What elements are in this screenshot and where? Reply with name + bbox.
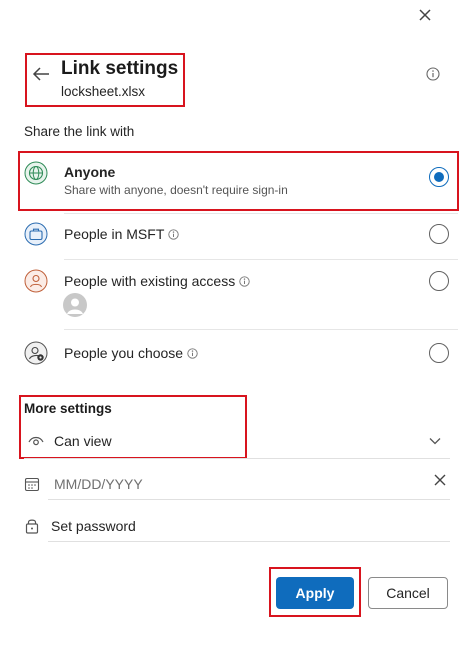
option-people-in-org-title: People in MSFT xyxy=(64,226,165,242)
avatar xyxy=(63,293,87,317)
permission-value: Can view xyxy=(54,433,112,449)
eye-icon xyxy=(28,436,44,446)
highlight-box-anyone xyxy=(18,151,459,211)
person-settings-icon xyxy=(24,341,48,365)
radio-people-you-choose[interactable] xyxy=(429,343,449,363)
date-placeholder: MM/DD/YYYY xyxy=(54,476,143,492)
radio-existing-access[interactable] xyxy=(429,271,449,291)
calendar-icon xyxy=(24,477,40,492)
info-icon[interactable] xyxy=(426,67,440,81)
chevron-down-icon[interactable] xyxy=(428,436,442,446)
option-existing-access[interactable]: People with existing access xyxy=(0,262,474,326)
highlight-box-apply xyxy=(269,567,361,617)
cancel-button[interactable]: Cancel xyxy=(368,577,448,609)
divider xyxy=(64,213,458,214)
radio-people-in-org[interactable] xyxy=(429,224,449,244)
share-section-label: Share the link with xyxy=(24,124,135,139)
divider xyxy=(24,458,450,459)
clear-date-icon[interactable] xyxy=(433,473,447,487)
password-placeholder: Set password xyxy=(51,518,136,534)
date-underline xyxy=(48,499,450,500)
option-people-in-org[interactable]: People in MSFT xyxy=(0,215,474,257)
close-icon[interactable] xyxy=(416,6,434,24)
person-icon xyxy=(24,269,48,293)
info-icon[interactable] xyxy=(187,348,198,359)
option-people-you-choose[interactable]: People you choose xyxy=(0,332,474,376)
info-icon[interactable] xyxy=(239,276,250,287)
divider xyxy=(64,329,458,330)
briefcase-icon xyxy=(24,222,48,246)
option-people-you-choose-title: People you choose xyxy=(64,345,184,361)
divider xyxy=(64,259,458,260)
info-icon[interactable] xyxy=(168,229,180,240)
highlight-box-title xyxy=(25,53,185,107)
password-underline xyxy=(48,541,450,542)
option-existing-access-title: People with existing access xyxy=(64,273,236,289)
lock-icon xyxy=(25,519,39,534)
